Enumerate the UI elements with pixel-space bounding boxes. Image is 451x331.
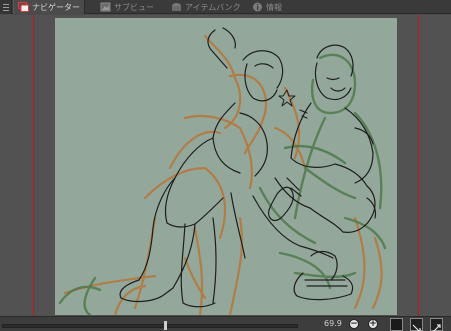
tab-navigator-label: ナビゲーター bbox=[32, 2, 80, 12]
left-display-frame-line bbox=[33, 15, 34, 316]
item-bank-icon bbox=[171, 2, 182, 12]
tab-subview[interactable]: サブビュー bbox=[96, 0, 158, 14]
panel-tab-bar: ナビゲーター サブビュー アイテムバンク 情報 bbox=[0, 0, 451, 14]
tab-info[interactable]: 情報 bbox=[248, 0, 286, 14]
sketch-artwork bbox=[58, 27, 387, 315]
tab-item-bank-label: アイテムバンク bbox=[185, 2, 241, 12]
navigator-viewport[interactable] bbox=[0, 15, 451, 316]
subview-icon bbox=[100, 2, 111, 12]
tab-navigator[interactable]: ナビゲーター bbox=[13, 0, 85, 14]
right-display-frame-line bbox=[418, 15, 419, 316]
tab-item-bank[interactable]: アイテムバンク bbox=[167, 0, 245, 14]
zoom-slider[interactable] bbox=[2, 324, 298, 328]
fit-view-icon[interactable] bbox=[410, 318, 423, 331]
rotate-view-icon[interactable] bbox=[430, 318, 443, 331]
navigator-icon bbox=[17, 1, 29, 12]
canvas-preview[interactable] bbox=[55, 18, 397, 315]
tab-subview-label: サブビュー bbox=[114, 2, 154, 12]
zoom-in-button[interactable]: + bbox=[368, 319, 378, 329]
zoom-out-button[interactable]: − bbox=[349, 319, 359, 329]
zoom-value: 69.9 bbox=[324, 319, 342, 328]
panel-menu-icon[interactable] bbox=[0, 0, 12, 14]
canvas-color-button[interactable] bbox=[390, 318, 403, 331]
info-icon bbox=[252, 2, 263, 12]
navigator-footer: 69.9 − + bbox=[0, 316, 451, 331]
zoom-slider-thumb[interactable] bbox=[163, 321, 167, 330]
tab-info-label: 情報 bbox=[266, 2, 282, 12]
